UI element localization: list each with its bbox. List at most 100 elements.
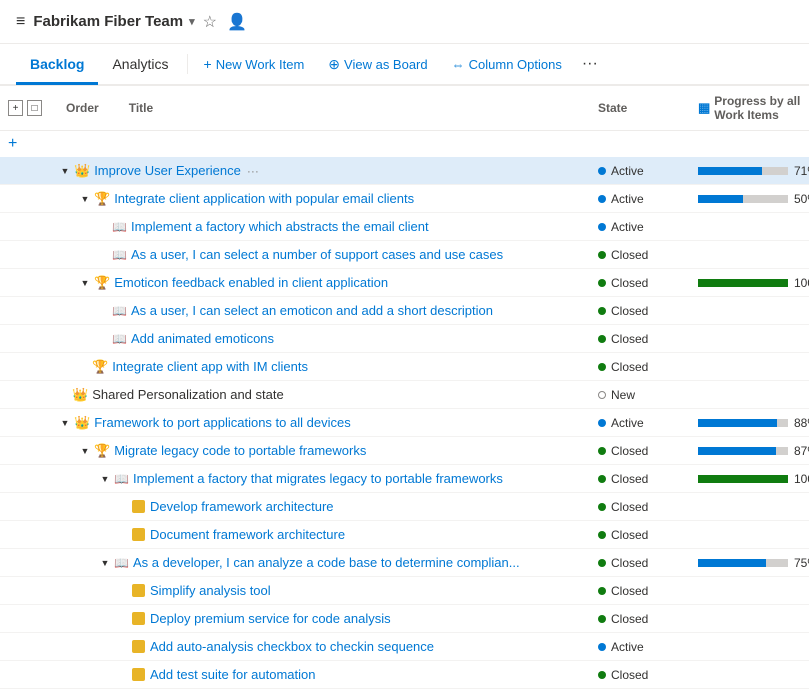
person-icon[interactable]: 👤: [227, 12, 247, 32]
title-cell: ▼ 👑 Improve User Experience ···: [50, 161, 590, 181]
progress-cell: 100%: [690, 470, 809, 488]
table-row: ▼ 👑 Framework to port applications to al…: [0, 409, 809, 437]
grid-icon: ≡: [16, 13, 25, 31]
item-label[interactable]: Document framework architecture: [150, 527, 345, 542]
state-label: Closed: [611, 584, 648, 598]
item-label[interactable]: Implement a factory which abstracts the …: [131, 219, 429, 234]
order-cell: [0, 309, 50, 313]
title-label: Title: [129, 101, 153, 115]
state-label: Active: [611, 640, 644, 654]
trophy-icon: 🏆: [94, 191, 110, 207]
nav-divider: [187, 54, 188, 74]
item-label[interactable]: Emoticon feedback enabled in client appl…: [114, 275, 388, 290]
collapse-button[interactable]: ▼: [78, 276, 92, 290]
progress-cell: 50%: [690, 190, 809, 208]
item-label[interactable]: Shared Personalization and state: [92, 387, 284, 402]
state-dot: [598, 251, 606, 259]
collapse-button[interactable]: ▼: [98, 556, 112, 570]
state-dot: [598, 447, 606, 455]
item-label[interactable]: Implement a factory that migrates legacy…: [133, 471, 503, 486]
header-actions: ☆ 👤: [203, 12, 247, 32]
state-dot: [598, 503, 606, 511]
state-header: State: [590, 97, 690, 119]
star-icon[interactable]: ☆: [203, 12, 217, 32]
crown-icon: 👑: [72, 387, 88, 403]
row-more-button[interactable]: ···: [247, 164, 259, 178]
item-label[interactable]: Migrate legacy code to portable framewor…: [114, 443, 366, 458]
title-cell: 📖 As a user, I can select a number of su…: [50, 245, 590, 264]
order-cell: [0, 617, 50, 621]
new-work-item-button[interactable]: + New Work Item: [192, 50, 317, 78]
title-cell: 🏆 Integrate client app with IM clients: [50, 357, 590, 377]
state-dot: [598, 671, 606, 679]
column-options-button[interactable]: ⇔ Column Options: [440, 51, 574, 78]
task-icon: [132, 640, 145, 653]
crown-icon: 👑: [74, 415, 90, 431]
progress-label: Progress by all Work Items: [714, 94, 801, 122]
progress-cell: [690, 617, 809, 621]
item-label[interactable]: Integrate client application with popula…: [114, 191, 414, 206]
state-cell: Closed: [590, 526, 690, 544]
progress-cell: [690, 645, 809, 649]
add-item-button[interactable]: +: [8, 135, 17, 152]
collapse-button[interactable]: ▼: [58, 416, 72, 430]
table-row: 📖 As a user, I can select a number of su…: [0, 241, 809, 269]
item-label[interactable]: Develop framework architecture: [150, 499, 334, 514]
view-as-board-button[interactable]: ⊕ View as Board: [316, 50, 439, 79]
task-icon: [132, 584, 145, 597]
table-row: 👑 Shared Personalization and state New: [0, 381, 809, 409]
title-cell: Add test suite for automation: [50, 665, 590, 684]
state-label: State: [598, 101, 627, 115]
progress-bar-container: [698, 559, 788, 567]
state-cell: Closed: [590, 442, 690, 460]
table-row: Document framework architecture Closed: [0, 521, 809, 549]
item-label[interactable]: Add auto-analysis checkbox to checkin se…: [150, 639, 434, 654]
item-label[interactable]: Integrate client app with IM clients: [112, 359, 308, 374]
table-row: Add auto-analysis checkbox to checkin se…: [0, 633, 809, 661]
item-label[interactable]: Deploy premium service for code analysis: [150, 611, 391, 626]
more-actions-button[interactable]: ···: [574, 49, 606, 79]
state-cell: Closed: [590, 610, 690, 628]
collapse-button[interactable]: ▼: [78, 444, 92, 458]
crown-icon: 👑: [74, 163, 90, 179]
collapse-button[interactable]: ▼: [98, 472, 112, 486]
state-cell: Closed: [590, 470, 690, 488]
table-row: 📖 As a user, I can select an emoticon an…: [0, 297, 809, 325]
state-label: Closed: [611, 528, 648, 542]
add-row-button[interactable]: +: [8, 100, 23, 116]
item-label[interactable]: Add animated emoticons: [131, 331, 274, 346]
item-label[interactable]: Framework to port applications to all de…: [94, 415, 351, 430]
state-cell: Active: [590, 162, 690, 180]
title-cell: ▼ 🏆 Integrate client application with po…: [50, 189, 590, 209]
nav-item-analytics[interactable]: Analytics: [98, 46, 182, 85]
order-label: Order: [66, 101, 99, 115]
item-label[interactable]: As a user, I can select a number of supp…: [131, 247, 503, 262]
team-name[interactable]: Fabrikam Fiber Team: [33, 13, 183, 30]
progress-cell: [690, 533, 809, 537]
collapse-button[interactable]: ▼: [78, 192, 92, 206]
expand-all-button[interactable]: □: [27, 100, 42, 116]
nav-item-backlog[interactable]: Backlog: [16, 46, 98, 85]
progress-cell: [690, 393, 809, 397]
progress-bar-fill: [698, 167, 762, 175]
item-label[interactable]: As a developer, I can analyze a code bas…: [133, 555, 520, 570]
order-cell: [0, 645, 50, 649]
state-cell: New: [590, 386, 690, 404]
chevron-down-icon[interactable]: ▾: [189, 15, 195, 28]
table-row: ▼ 📖 Implement a factory that migrates le…: [0, 465, 809, 493]
progress-cell: 75%: [690, 554, 809, 572]
item-label[interactable]: As a user, I can select an emoticon and …: [131, 303, 493, 318]
item-label[interactable]: Add test suite for automation: [150, 667, 315, 682]
title-cell: Document framework architecture: [50, 525, 590, 544]
state-cell: Closed: [590, 274, 690, 292]
state-cell: Closed: [590, 554, 690, 572]
item-label[interactable]: Improve User Experience: [94, 163, 241, 178]
state-cell: Closed: [590, 666, 690, 684]
order-cell: [0, 365, 50, 369]
title-cell: Develop framework architecture: [50, 497, 590, 516]
state-label: Closed: [611, 472, 648, 486]
state-dot: [598, 419, 606, 427]
item-label[interactable]: Simplify analysis tool: [150, 583, 271, 598]
title-cell: Deploy premium service for code analysis: [50, 609, 590, 628]
collapse-button[interactable]: ▼: [58, 164, 72, 178]
